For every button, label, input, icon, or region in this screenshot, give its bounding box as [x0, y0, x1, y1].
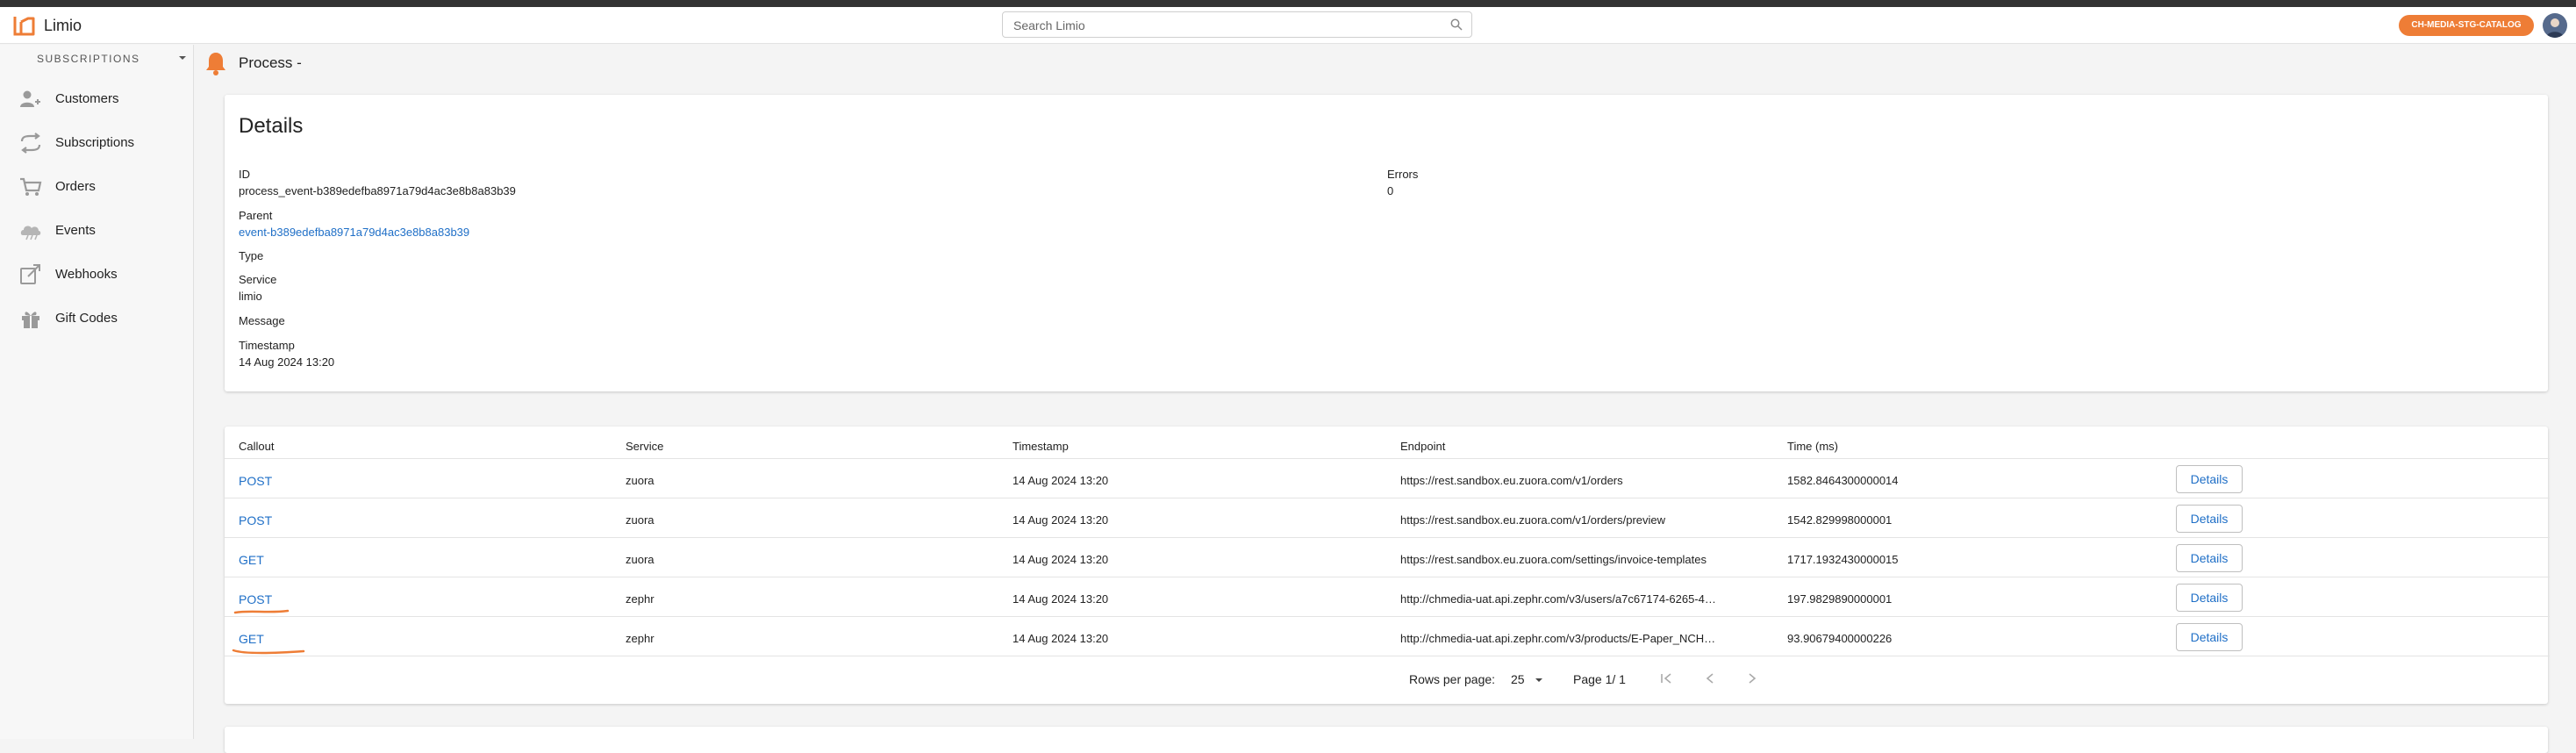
sidebar-item-label: Events	[55, 223, 96, 238]
chevron-down-icon[interactable]	[178, 54, 187, 61]
details-button[interactable]: Details	[2176, 465, 2243, 493]
callout-method-link[interactable]: POST	[239, 474, 272, 488]
id-label: ID	[239, 168, 250, 181]
column-header-time[interactable]: Time (ms)	[1787, 440, 1838, 453]
timestamp-value: 14 Aug 2024 13:20	[239, 355, 335, 369]
callout-service: zuora	[626, 513, 655, 527]
id-value: process_event-b389edefba8971a79d4ac3e8b8…	[239, 184, 516, 197]
callout-timestamp: 14 Aug 2024 13:20	[1013, 513, 1109, 527]
type-label: Type	[239, 249, 264, 262]
callout-timestamp: 14 Aug 2024 13:20	[1013, 474, 1109, 487]
callout-time: 93.90679400000226	[1787, 632, 1893, 645]
timestamp-label: Timestamp	[239, 339, 295, 352]
message-label: Message	[239, 314, 285, 327]
callout-time: 1582.8464300000014	[1787, 474, 1899, 487]
errors-label: Errors	[1387, 168, 1419, 181]
service-label: Service	[239, 273, 277, 286]
row-divider	[225, 537, 2550, 538]
column-header-endpoint[interactable]: Endpoint	[1400, 440, 1445, 453]
customers-icon	[20, 90, 40, 107]
details-heading: Details	[239, 114, 304, 138]
details-card: Details ID process_event-b389edefba8971a…	[225, 95, 2548, 391]
sidebar-item-label: Subscriptions	[55, 135, 135, 150]
sidebar-item-gift-codes[interactable]: Gift Codes	[0, 297, 194, 341]
callout-method-link[interactable]: POST	[239, 513, 272, 527]
callout-method-link[interactable]: GET	[239, 632, 264, 646]
sidebar-item-label: Gift Codes	[55, 311, 118, 326]
app-name: Limio	[44, 17, 82, 34]
highlight-underline	[232, 649, 305, 655]
cart-icon	[20, 177, 42, 196]
callout-service: zephr	[626, 592, 655, 606]
callout-time: 197.9829890000001	[1787, 592, 1893, 606]
search-icon	[1450, 18, 1463, 31]
callout-endpoint: http://chmedia-uat.api.zephr.com/v3/user…	[1400, 592, 1716, 606]
sidebar: SUBSCRIPTIONS Customers Subscriptions Or…	[0, 45, 194, 739]
details-button[interactable]: Details	[2176, 544, 2243, 572]
webhooks-icon	[20, 264, 40, 284]
sidebar-item-webhooks[interactable]: Webhooks	[0, 253, 194, 297]
browser-top-strip	[0, 0, 2576, 7]
tenant-badge[interactable]: CH-MEDIA-STG-CATALOG	[2399, 15, 2534, 36]
search-input[interactable]: Search Limio	[1002, 11, 1472, 38]
chevron-down-icon	[1535, 678, 1543, 682]
avatar[interactable]	[2543, 13, 2567, 38]
column-header-callout[interactable]: Callout	[239, 440, 274, 453]
limio-logo-icon[interactable]	[12, 15, 37, 38]
callout-endpoint: https://rest.sandbox.eu.zuora.com/settin…	[1400, 553, 1707, 566]
rows-per-page-select[interactable]: 25	[1511, 672, 1543, 686]
sidebar-item-label: Customers	[55, 91, 119, 106]
highlight-underline	[233, 609, 290, 614]
callout-service: zuora	[626, 474, 655, 487]
callout-service: zuora	[626, 553, 655, 566]
callout-timestamp: 14 Aug 2024 13:20	[1013, 592, 1109, 606]
rows-per-page-label: Rows per page:	[1409, 672, 1496, 686]
callout-service: zephr	[626, 632, 655, 645]
callout-timestamp: 14 Aug 2024 13:20	[1013, 553, 1109, 566]
sidebar-item-label: Orders	[55, 179, 96, 194]
sidebar-section-label: SUBSCRIPTIONS	[37, 53, 140, 65]
user-avatar-icon	[2546, 18, 2564, 38]
bell-icon	[206, 53, 225, 75]
sidebar-item-customers[interactable]: Customers	[0, 77, 194, 121]
sidebar-item-subscriptions[interactable]: Subscriptions	[0, 121, 194, 165]
row-divider	[225, 616, 2550, 617]
page-header: Process -	[195, 45, 2576, 82]
search-placeholder: Search Limio	[1013, 18, 1085, 32]
details-button[interactable]: Details	[2176, 584, 2243, 612]
subscriptions-icon	[20, 133, 41, 154]
callout-method-link[interactable]: GET	[239, 553, 264, 567]
header-divider	[225, 458, 2550, 459]
rows-per-page-value: 25	[1511, 672, 1525, 686]
callout-method-link[interactable]: POST	[239, 592, 272, 606]
service-value: limio	[239, 290, 262, 303]
events-icon	[20, 226, 41, 240]
next-page-icon[interactable]	[1746, 672, 1758, 685]
errors-value: 0	[1387, 184, 1394, 197]
callout-endpoint: http://chmedia-uat.api.zephr.com/v3/prod…	[1400, 632, 1716, 645]
details-button[interactable]: Details	[2176, 505, 2243, 533]
sidebar-item-orders[interactable]: Orders	[0, 165, 194, 209]
callout-endpoint: https://rest.sandbox.eu.zuora.com/v1/ord…	[1400, 513, 1666, 527]
app-bar: Limio Search Limio CH-MEDIA-STG-CATALOG	[0, 7, 2576, 44]
page-title: Process -	[239, 54, 302, 71]
column-header-service[interactable]: Service	[626, 440, 663, 453]
parent-link[interactable]: event-b389edefba8971a79d4ac3e8b8a83b39	[239, 226, 469, 239]
details-button[interactable]: Details	[2176, 623, 2243, 651]
page-indicator: Page 1/ 1	[1573, 672, 1626, 686]
column-header-timestamp[interactable]: Timestamp	[1013, 440, 1069, 453]
callout-timestamp: 14 Aug 2024 13:20	[1013, 632, 1109, 645]
sidebar-item-label: Webhooks	[55, 267, 118, 282]
callout-time: 1542.829998000001	[1787, 513, 1893, 527]
callouts-table-card: Callout Service Timestamp Endpoint Time …	[225, 427, 2550, 704]
first-page-icon[interactable]	[1660, 672, 1672, 685]
callout-endpoint: https://rest.sandbox.eu.zuora.com/v1/ord…	[1400, 474, 1623, 487]
callout-time: 1717.1932430000015	[1787, 553, 1899, 566]
next-section-card	[225, 727, 2548, 753]
previous-page-icon[interactable]	[1704, 672, 1716, 685]
parent-label: Parent	[239, 209, 273, 222]
sidebar-item-events[interactable]: Events	[0, 209, 194, 253]
gift-icon	[22, 312, 39, 328]
